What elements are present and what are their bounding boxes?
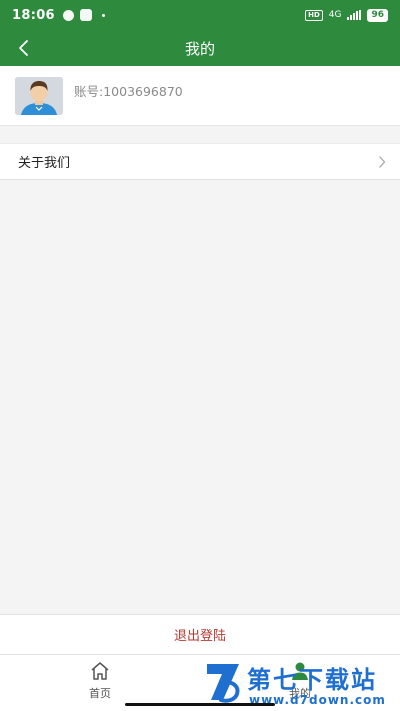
chevron-right-icon bbox=[379, 156, 386, 168]
network-type: 4G bbox=[328, 10, 342, 20]
back-button[interactable] bbox=[8, 30, 38, 66]
status-notification-icons bbox=[62, 9, 105, 21]
nav-bar: 我的 bbox=[0, 30, 400, 66]
menu-item-label: 关于我们 bbox=[18, 156, 71, 171]
notification-app-icon bbox=[62, 9, 74, 21]
logout-label: 退出登陆 bbox=[173, 629, 226, 644]
user-avatar-icon bbox=[15, 77, 63, 115]
notification-dot-icon bbox=[101, 13, 105, 17]
menu-item-about[interactable]: 关于我们 bbox=[0, 143, 400, 180]
tab-home-label: 首页 bbox=[89, 687, 111, 700]
status-bar: 18:06 HD 4G 96 bbox=[0, 0, 400, 30]
page-title: 我的 bbox=[184, 39, 215, 58]
chevron-left-icon bbox=[19, 40, 28, 56]
signal-icon bbox=[347, 10, 362, 20]
home-icon bbox=[91, 662, 109, 680]
profile-card: 账号:1003696870 bbox=[0, 66, 400, 126]
home-indicator bbox=[125, 703, 275, 706]
watermark-logo-icon bbox=[207, 664, 240, 703]
watermark-title: 第七下载站 bbox=[247, 666, 377, 694]
tab-home[interactable]: 首页 bbox=[60, 655, 140, 705]
account-number: 账号:1003696870 bbox=[74, 84, 183, 99]
avatar[interactable] bbox=[15, 77, 63, 115]
logout-button[interactable]: 退出登陆 bbox=[0, 614, 400, 654]
status-right-group: HD 4G 96 bbox=[305, 0, 388, 30]
battery-indicator: 96 bbox=[367, 8, 388, 22]
status-time: 18:06 bbox=[12, 7, 55, 23]
hd-badge: HD bbox=[305, 9, 323, 21]
notification-message-icon bbox=[79, 9, 92, 21]
